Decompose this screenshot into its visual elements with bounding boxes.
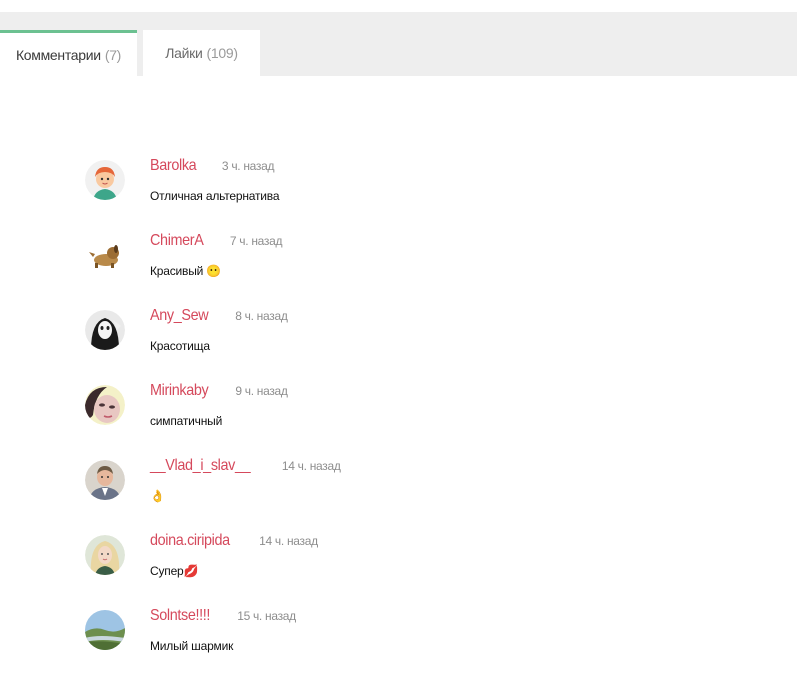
top-strip (0, 0, 800, 12)
comment-time: 14 ч. назад (259, 534, 318, 548)
comment-time: 7 ч. назад (229, 234, 283, 248)
masked-figure-avatar[interactable] (85, 310, 125, 350)
comment-meta: Any_Sew 8 ч. назад (150, 307, 288, 325)
comment-meta: ChimerA 7 ч. назад (150, 232, 282, 250)
comments-page: Комментарии (7) Лайки (109) Barolka 3 ч.… (0, 0, 800, 680)
tab-likes-label: Лайки (165, 45, 203, 61)
comment-username[interactable]: ChimerA (150, 232, 204, 250)
comment-text: Отличная альтернатива (150, 189, 280, 203)
comment-username[interactable]: Mirinkaby (150, 382, 209, 400)
comment-time: 15 ч. назад (237, 609, 296, 623)
comment-item: Any_Sew 8 ч. назад Красотища (85, 307, 685, 382)
comment-meta: __Vlad_i_slav__ 14 ч. назад (150, 457, 341, 475)
comment-text: 👌 (150, 489, 165, 503)
comments-list: Barolka 3 ч. назад Отличная альтернатива (85, 157, 685, 680)
comment-time: 3 ч. назад (221, 159, 275, 173)
comment-item: Barolka 3 ч. назад Отличная альтернатива (85, 157, 685, 232)
comment-username[interactable]: doina.ciripida (150, 532, 230, 550)
comment-item: ChimerA 7 ч. назад Красивый 😶 (85, 232, 685, 307)
landscape-avatar[interactable] (85, 610, 125, 650)
tab-comments-label: Комментарии (15, 46, 101, 63)
dog-avatar[interactable] (85, 235, 125, 275)
tab-likes[interactable]: Лайки (109) (143, 30, 260, 76)
comment-item: __Vlad_i_slav__ 14 ч. назад 👌 (85, 457, 685, 532)
comment-meta: Barolka 3 ч. назад (150, 157, 274, 175)
man-portrait-avatar[interactable] (85, 460, 125, 500)
tab-likes-count: (109) (206, 45, 238, 61)
tab-comments[interactable]: Комментарии (7) (0, 30, 137, 76)
comment-meta: Mirinkaby 9 ч. назад (150, 382, 288, 400)
blonde-woman-avatar[interactable] (85, 535, 125, 575)
comment-username[interactable]: Barolka (150, 157, 197, 175)
comment-time: 14 ч. назад (281, 459, 341, 473)
tab-comments-count: (7) (104, 46, 122, 63)
comment-username[interactable]: Solntse!!!! (150, 607, 210, 625)
comment-item: Solntse!!!! 15 ч. назад Милый шармик (85, 607, 685, 680)
comment-username[interactable]: __Vlad_i_slav__ (150, 457, 251, 475)
comment-text: Супер💋 (150, 564, 199, 578)
comment-time: 9 ч. назад (235, 384, 288, 398)
comment-text: Красотища (150, 339, 210, 353)
comment-item: doina.ciripida 14 ч. назад Супер💋 (85, 532, 685, 607)
cartoon-boy-avatar[interactable] (85, 160, 125, 200)
woman-face-avatar[interactable] (85, 385, 125, 425)
comment-text: Красивый 😶 (150, 264, 222, 278)
comment-text: симпатичный (150, 414, 223, 428)
tab-bar: Комментарии (7) Лайки (109) (0, 12, 797, 76)
comment-text: Милый шармик (150, 639, 234, 653)
comment-meta: doina.ciripida 14 ч. назад (150, 532, 318, 550)
comment-item: Mirinkaby 9 ч. назад симпатичный (85, 382, 685, 457)
comment-meta: Solntse!!!! 15 ч. назад (150, 607, 296, 625)
comment-time: 8 ч. назад (235, 309, 288, 323)
comment-username[interactable]: Any_Sew (150, 307, 209, 325)
